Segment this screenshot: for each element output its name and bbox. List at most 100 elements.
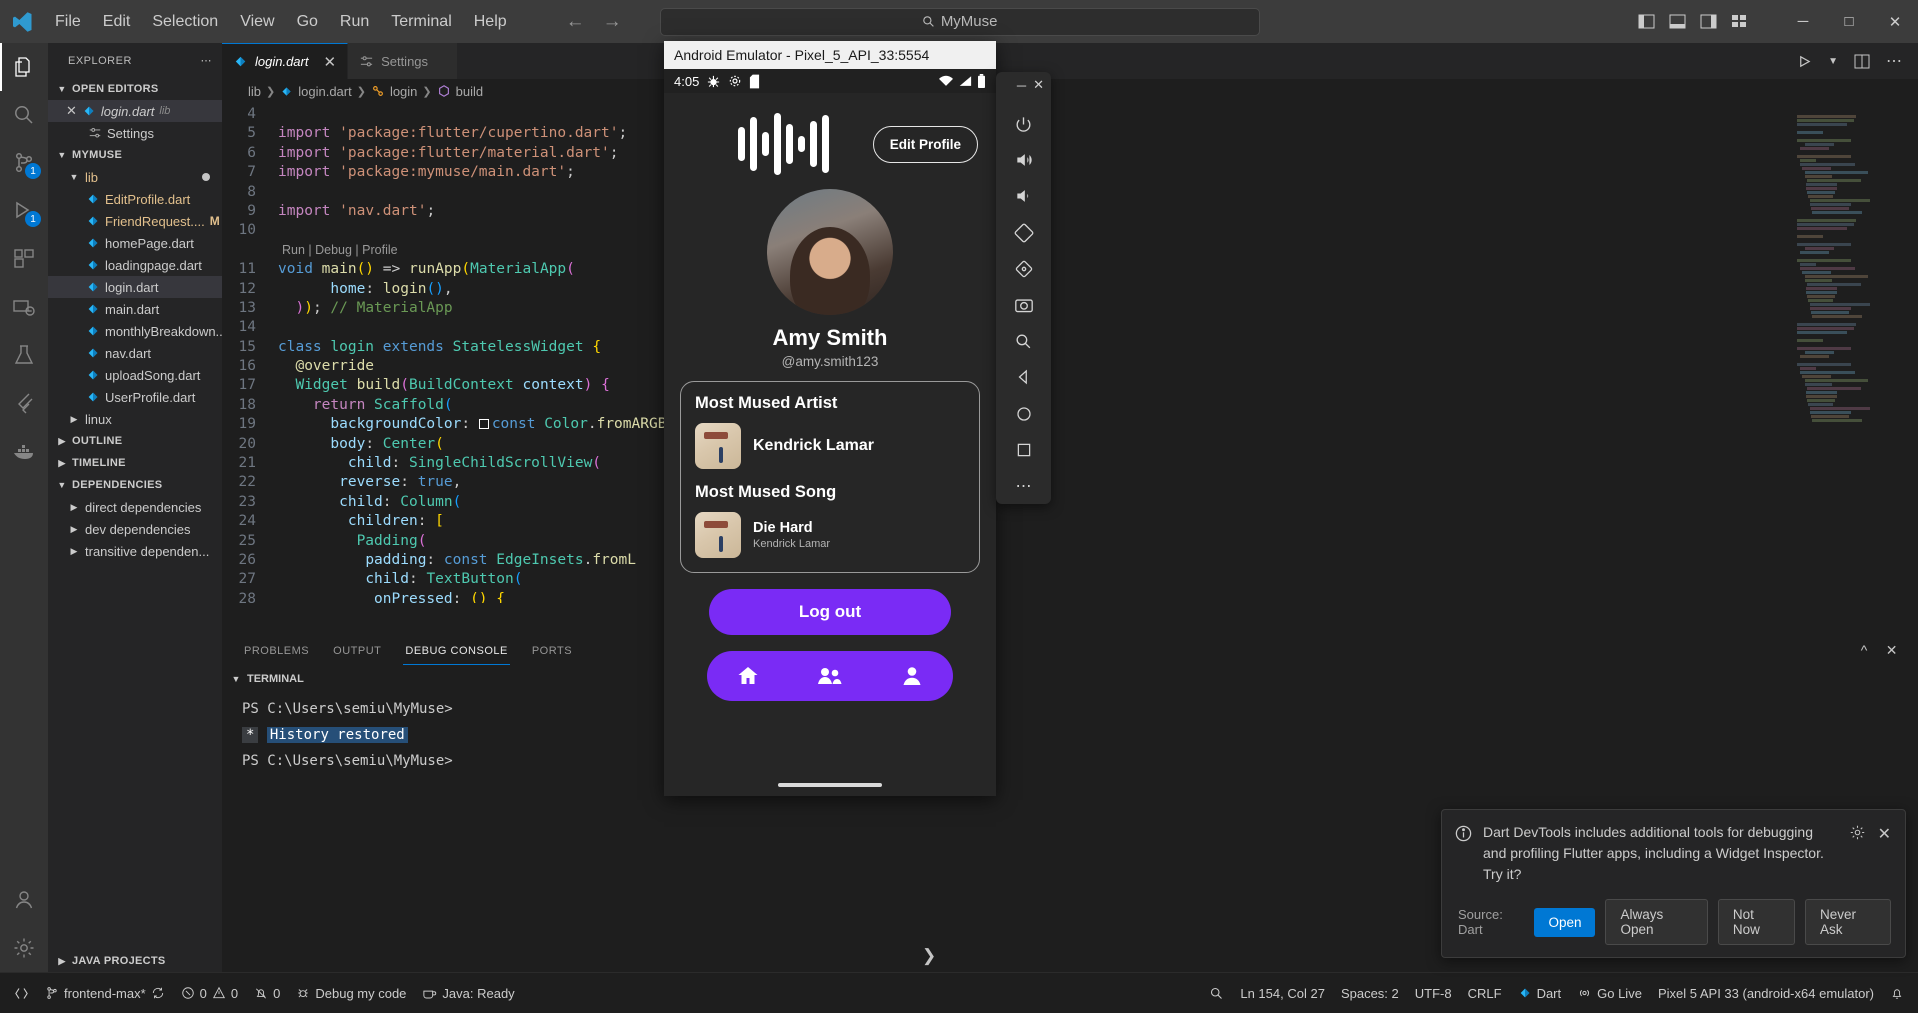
file-loadingpage-dart[interactable]: loadingpage.dart bbox=[48, 254, 222, 276]
section-project-mymuse[interactable]: ▼ MYMUSE bbox=[48, 144, 222, 166]
rotate-left-icon[interactable] bbox=[996, 215, 1051, 251]
emulator-screen[interactable]: 4:05 Edit Profile Amy Smith @amy.smith12… bbox=[664, 69, 996, 796]
emulator-title-bar[interactable]: Android Emulator - Pixel_5_API_33:5554 bbox=[664, 41, 996, 69]
panel-tab-ports[interactable]: PORTS bbox=[530, 637, 574, 665]
status-notifications-bell[interactable] bbox=[1882, 973, 1912, 1013]
breadcrumb-lib[interactable]: lib bbox=[248, 84, 261, 99]
tab-login-dart[interactable]: login.dart ✕ bbox=[222, 43, 349, 79]
breadcrumb-class[interactable]: login bbox=[390, 84, 417, 99]
status-java-ready[interactable]: Java: Ready bbox=[414, 973, 522, 1013]
breadcrumb-method[interactable]: build bbox=[456, 84, 483, 99]
file-homePage-dart[interactable]: homePage.dart bbox=[48, 232, 222, 254]
terminal-section-header[interactable]: ▼ TERMINAL bbox=[222, 668, 1918, 690]
sidebar-item-search[interactable] bbox=[0, 91, 48, 139]
status-encoding[interactable]: UTF-8 bbox=[1407, 973, 1460, 1013]
ellipsis-icon[interactable]: ⋯ bbox=[201, 54, 213, 67]
maximize-panel-icon[interactable]: ^ bbox=[1861, 642, 1868, 659]
file-nav-dart[interactable]: nav.dart bbox=[48, 342, 222, 364]
menu-view[interactable]: View bbox=[229, 9, 285, 35]
close-icon[interactable]: ✕ bbox=[323, 53, 336, 71]
menu-help[interactable]: Help bbox=[463, 9, 518, 35]
profile-icon[interactable] bbox=[900, 664, 924, 688]
panel-overflow-chevron-icon[interactable]: ❯ bbox=[922, 946, 936, 966]
menu-go[interactable]: Go bbox=[286, 9, 329, 35]
menu-edit[interactable]: Edit bbox=[92, 9, 142, 35]
panel-bottom-icon[interactable] bbox=[1669, 14, 1686, 29]
status-device[interactable]: Pixel 5 API 33 (android-x64 emulator) bbox=[1650, 973, 1882, 1013]
edit-profile-button[interactable]: Edit Profile bbox=[872, 125, 978, 163]
volume-down-icon[interactable] bbox=[996, 178, 1051, 214]
dep-direct-dependencies[interactable]: ▶ direct dependencies bbox=[48, 496, 222, 518]
section-outline[interactable]: ▶ OUTLINE bbox=[48, 430, 222, 452]
sidebar-item-extensions[interactable] bbox=[0, 235, 48, 283]
arrow-right-icon[interactable]: → bbox=[603, 11, 622, 33]
not-now-button[interactable]: Not Now bbox=[1717, 899, 1795, 945]
dep-dev-dependencies[interactable]: ▶ dev dependencies bbox=[48, 518, 222, 540]
account-icon[interactable] bbox=[0, 876, 48, 924]
sidebar-item-run-and-debug[interactable]: 1 bbox=[0, 187, 48, 235]
code-lens[interactable]: Run | Debug | Profile bbox=[222, 241, 1918, 260]
run-icon[interactable] bbox=[1797, 54, 1812, 69]
file-FriendRequest-dart[interactable]: FriendRequest.... M bbox=[48, 210, 222, 232]
android-gesture-bar[interactable] bbox=[664, 774, 996, 796]
open-button[interactable]: Open bbox=[1534, 907, 1596, 937]
sidebar-item-docker[interactable] bbox=[0, 427, 48, 475]
layout-grid-icon[interactable] bbox=[1731, 14, 1748, 29]
panel-tab-output[interactable]: OUTPUT bbox=[331, 637, 383, 665]
terminal-output[interactable]: PS C:\Users\semiu\MyMuse> * History rest… bbox=[222, 690, 1918, 774]
status-search-icon[interactable] bbox=[1201, 973, 1232, 1013]
sidebar-item-source-control[interactable]: 1 bbox=[0, 139, 48, 187]
open-editor-login-dart[interactable]: ✕ login.dart lib bbox=[48, 100, 222, 122]
zoom-icon[interactable] bbox=[996, 323, 1051, 359]
home-icon[interactable] bbox=[996, 396, 1051, 432]
status-eol[interactable]: CRLF bbox=[1460, 973, 1510, 1013]
breadcrumb-file[interactable]: login.dart bbox=[298, 84, 351, 99]
emulator-close-button[interactable]: ✕ bbox=[1033, 77, 1044, 93]
sidebar-item-explorer[interactable] bbox=[0, 43, 48, 91]
status-indentation[interactable]: Spaces: 2 bbox=[1333, 973, 1407, 1013]
ellipsis-icon[interactable]: ⋯ bbox=[1886, 51, 1902, 71]
editor-minimap[interactable] bbox=[1797, 103, 1902, 603]
chevron-down-icon[interactable]: ▼ bbox=[1828, 56, 1838, 67]
close-icon[interactable]: ✕ bbox=[1878, 824, 1891, 844]
overview-icon[interactable] bbox=[996, 432, 1051, 468]
gear-icon[interactable] bbox=[0, 924, 48, 972]
log-out-button[interactable]: Log out bbox=[709, 589, 951, 635]
sidebar-item-remote-explorer[interactable] bbox=[0, 283, 48, 331]
section-timeline[interactable]: ▶ TIMELINE bbox=[48, 452, 222, 474]
home-icon[interactable] bbox=[736, 664, 760, 688]
status-remote[interactable] bbox=[6, 973, 37, 1013]
file-UserProfile-dart[interactable]: UserProfile.dart bbox=[48, 386, 222, 408]
section-open-editors[interactable]: ▼ OPEN EDITORS bbox=[48, 78, 222, 100]
most-mused-song-row[interactable]: Die Hard Kendrick Lamar bbox=[695, 512, 965, 558]
split-editor-icon[interactable] bbox=[1854, 54, 1870, 69]
more-icon[interactable]: ⋯ bbox=[996, 468, 1051, 504]
status-errors[interactable]: 0 0 bbox=[173, 973, 246, 1013]
close-icon[interactable]: ✕ bbox=[66, 103, 77, 119]
tab-settings[interactable]: Settings bbox=[348, 43, 459, 79]
volume-up-icon[interactable] bbox=[996, 142, 1051, 178]
camera-icon[interactable] bbox=[996, 287, 1051, 323]
section-java-projects[interactable]: ▶ JAVA PROJECTS bbox=[48, 950, 222, 972]
window-maximize-button[interactable]: □ bbox=[1826, 0, 1872, 43]
window-minimize-button[interactable]: ─ bbox=[1780, 0, 1826, 43]
file-EditProfile-dart[interactable]: EditProfile.dart bbox=[48, 188, 222, 210]
code-editor[interactable]: 4 5 import 'package:flutter/cupertino.dar… bbox=[222, 103, 1918, 603]
menu-run[interactable]: Run bbox=[329, 9, 380, 35]
panel-tab-debug-console[interactable]: DEBUG CONSOLE bbox=[403, 637, 511, 665]
window-close-button[interactable]: ✕ bbox=[1872, 0, 1918, 43]
menu-terminal[interactable]: Terminal bbox=[380, 9, 462, 35]
menu-file[interactable]: File bbox=[44, 9, 92, 35]
rotate-right-icon[interactable] bbox=[996, 251, 1051, 287]
status-debug-my-code[interactable]: Debug my code bbox=[288, 973, 414, 1013]
status-branch[interactable]: frontend-max* bbox=[37, 973, 173, 1013]
command-search-input[interactable]: MyMuse bbox=[659, 7, 1260, 36]
panel-right-icon[interactable] bbox=[1700, 14, 1717, 29]
folder-lib[interactable]: ▼ lib bbox=[48, 166, 222, 188]
arrow-left-icon[interactable]: ← bbox=[566, 11, 585, 33]
section-dependencies[interactable]: ▼ DEPENDENCIES bbox=[48, 474, 222, 496]
status-cursor-position[interactable]: Ln 154, Col 27 bbox=[1232, 973, 1333, 1013]
file-login-dart[interactable]: login.dart bbox=[48, 276, 222, 298]
friends-icon[interactable] bbox=[817, 664, 843, 688]
dep-transitive-dependencies[interactable]: ▶ transitive dependen... bbox=[48, 540, 222, 562]
